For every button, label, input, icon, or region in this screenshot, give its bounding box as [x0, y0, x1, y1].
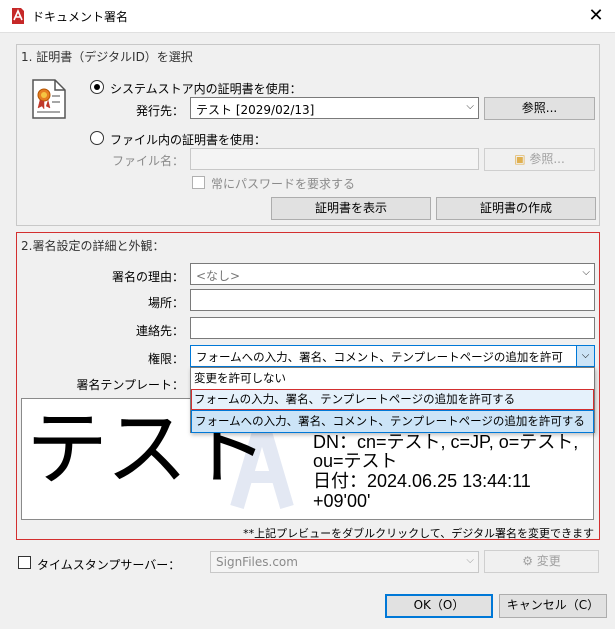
issuer-select-value: テスト [2029/02/13] [196, 103, 315, 117]
reason-select-value: <なし> [196, 269, 241, 283]
permission-dropdown-list: 変更を許可しない フォームの入力、署名、テンプレートページの追加を許可する フォ… [190, 367, 595, 433]
radio-system-store-label[interactable]: システムストア内の証明書を使用： [110, 80, 302, 97]
title-bar: ドキュメント署名 ✕ [0, 0, 615, 33]
chevron-down-icon[interactable]: ⌵ [576, 346, 594, 366]
browse-button[interactable]: 参照... [484, 97, 595, 120]
close-icon: ✕ [588, 5, 604, 26]
timestamp-change-button[interactable]: ⚙ 変更 [484, 550, 599, 573]
close-button[interactable]: ✕ [583, 4, 609, 28]
contact-label: 連絡先： [135, 324, 184, 338]
radio-file-label[interactable]: ファイル内の証明書を使用： [110, 131, 266, 148]
certificate-icon [32, 79, 66, 119]
radio-system-store[interactable] [90, 80, 104, 94]
radio-file[interactable] [90, 131, 104, 145]
contact-input[interactable] [190, 317, 595, 339]
filename-label: ファイル名： [111, 154, 184, 168]
create-certificate-button[interactable]: 証明書の作成 [436, 197, 596, 220]
browse-file-button-label: 参照... [529, 152, 565, 166]
always-password-checkbox[interactable] [192, 176, 205, 189]
gear-icon: ⚙ [522, 554, 533, 568]
preview-date-line: 日付：2024.06.25 13:44:11 [313, 471, 531, 491]
preview-hint: **上記プレビューをダブルクリックして、デジタル署名を変更できます [243, 527, 594, 540]
ok-button[interactable]: OK（O） [385, 594, 493, 618]
show-certificate-button[interactable]: 証明書を表示 [271, 197, 431, 220]
filename-input[interactable] [190, 148, 479, 170]
reason-select[interactable]: <なし> ⌵ [190, 263, 595, 285]
browse-file-button[interactable]: ▣ 参照... [484, 148, 595, 171]
chevron-down-icon: ⌵ [466, 555, 474, 566]
issuer-label: 発行先： [135, 104, 184, 118]
timestamp-change-label: 変更 [536, 554, 561, 568]
permission-option-form-sign-template[interactable]: フォームの入力、署名、テンプレートページの追加を許可する [191, 389, 594, 410]
permission-select-value: フォームへの入力、署名、コメント、テンプレートページの追加を許可 [196, 350, 563, 364]
chevron-down-icon: ⌵ [466, 101, 474, 112]
preview-tz-line: +09'00' [313, 491, 371, 511]
chevron-down-icon: ⌵ [582, 267, 590, 278]
reason-label: 署名の理由： [111, 270, 184, 284]
always-password-label: 常にパスワードを要求する [211, 177, 356, 191]
permission-label: 権限： [147, 352, 184, 366]
issuer-select[interactable]: テスト [2029/02/13] ⌵ [190, 97, 479, 119]
location-input[interactable] [190, 289, 595, 311]
signature-settings-title: 2.署名設定の詳細と外観： [21, 239, 165, 253]
preview-ou-line: ou=テスト [313, 451, 398, 471]
permission-option-none[interactable]: 変更を許可しない [191, 368, 594, 389]
cancel-button[interactable]: キャンセル（C） [499, 594, 607, 618]
app-logo-icon [12, 8, 24, 24]
timestamp-server-select[interactable]: SignFiles.com ⌵ [210, 551, 479, 573]
window-title: ドキュメント署名 [32, 10, 129, 24]
permission-select[interactable]: フォームへの入力、署名、コメント、テンプレートページの追加を許可 ⌵ [190, 345, 595, 367]
timestamp-label: タイムスタンプサーバー： [37, 558, 181, 572]
permission-option-form-sign-comment-template[interactable]: フォームへの入力、署名、コメント、テンプレートページの追加を許可する [191, 410, 594, 433]
template-label: 署名テンプレート： [76, 378, 184, 392]
certificate-group-title: 1. 証明書（デジタルID）を選択 [21, 50, 193, 64]
location-label: 場所： [147, 296, 184, 310]
folder-icon: ▣ [514, 152, 526, 166]
timestamp-server-value: SignFiles.com [216, 555, 298, 569]
timestamp-checkbox[interactable] [18, 556, 31, 569]
